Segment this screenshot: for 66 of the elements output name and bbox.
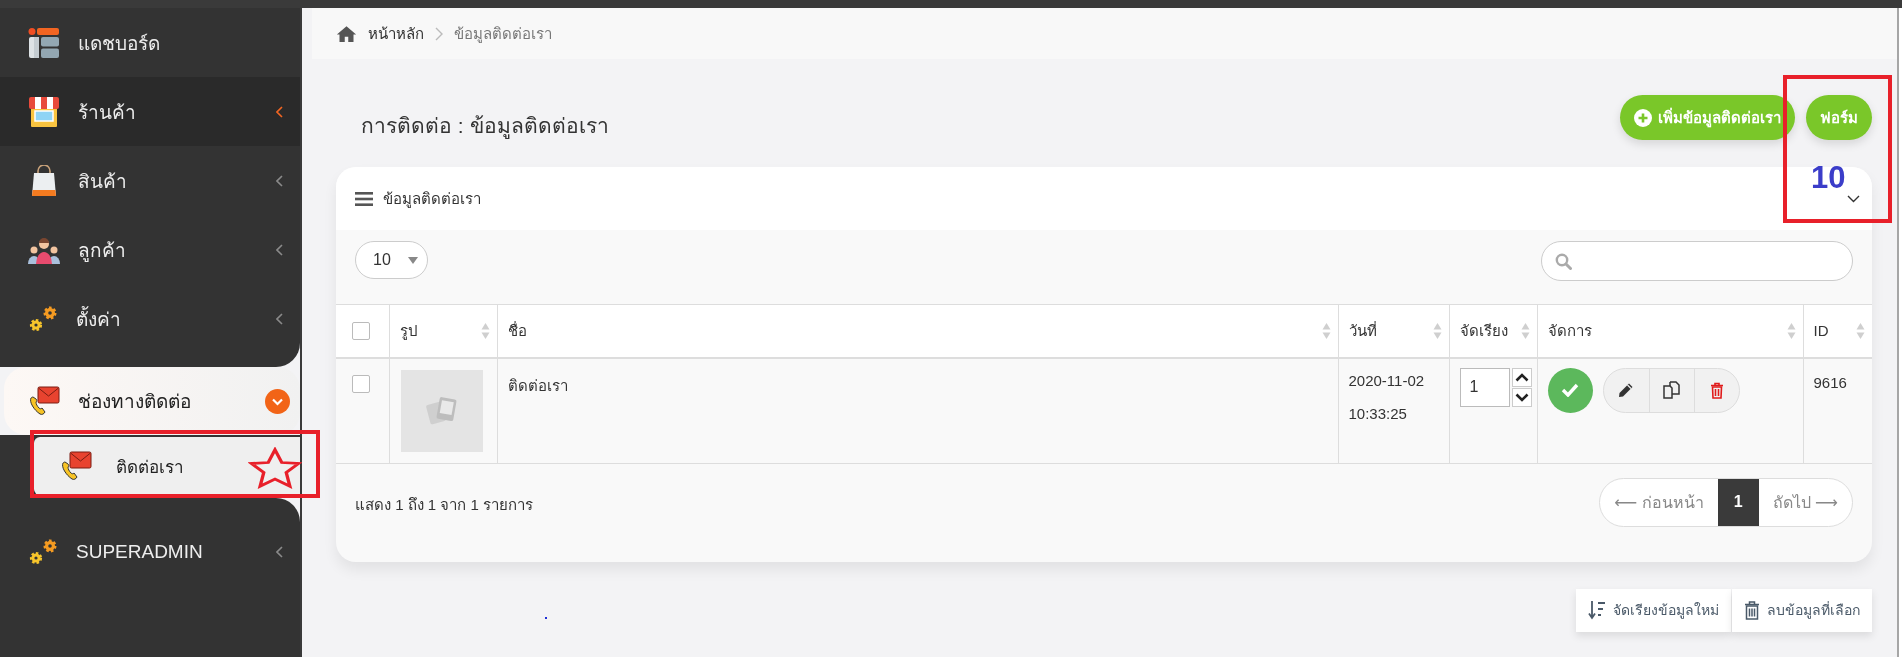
date-text: 2020-11-02 (1348, 370, 1426, 391)
sort-icon (1432, 321, 1442, 340)
store-icon (28, 95, 60, 128)
page-length-select[interactable]: 10 (355, 241, 428, 279)
sidebar-item[interactable]: ตั้งค่า (0, 284, 300, 353)
sidebar-item[interactable]: ลูกค้า (0, 215, 300, 284)
delete-selected-button[interactable]: ลบข้อมูลที่เลือก (1732, 588, 1872, 632)
panel-title: ข้อมูลติดต่อเรา (383, 188, 482, 210)
pencil-icon (1618, 382, 1634, 398)
sidebar-item[interactable]: SUPERADMIN (0, 517, 300, 586)
checkbox[interactable] (352, 374, 370, 393)
copy-icon (1662, 381, 1681, 399)
trash-outline-icon (1744, 600, 1760, 620)
column-header[interactable]: จัดการ (1537, 304, 1803, 358)
chevron-right-icon (435, 26, 443, 41)
sort-icon (1786, 321, 1796, 340)
page-button[interactable]: 1 (1717, 478, 1759, 526)
table-info: แสดง 1 ถึง 1 จาก 1 รายการ (355, 494, 534, 515)
dashboard-icon (28, 26, 60, 59)
annotation-text: 10 (1811, 162, 1846, 193)
gears-icon (28, 304, 58, 333)
caret-down-icon (408, 256, 418, 264)
decrement-button[interactable] (1511, 387, 1532, 407)
envelope-phone-icon (28, 386, 60, 416)
sidebar-item[interactable]: แดชบอร์ด (0, 8, 300, 77)
sort-icon (1520, 321, 1530, 340)
table-cell: ติดต่อเรา (497, 357, 1338, 463)
trash-icon (1709, 381, 1724, 399)
home-icon (336, 24, 357, 43)
previous-button[interactable]: ⟵ ก่อนหน้า (1600, 478, 1718, 526)
column-header[interactable]: วันที่ (1338, 304, 1449, 358)
menu-icon (355, 191, 373, 206)
page-title: การติดต่อ : ข้อมูลติดต่อเรา (361, 113, 610, 141)
column-header[interactable]: ชื่อ (497, 304, 1338, 358)
plus-circle-icon (1634, 108, 1652, 127)
column-header[interactable]: รูป (389, 304, 497, 358)
breadcrumb-link[interactable]: หน้าหลัก (368, 21, 424, 46)
table-cell: 9616 (1803, 357, 1872, 463)
people-icon (28, 235, 60, 264)
sort-icon (480, 321, 490, 340)
star-icon (248, 447, 302, 489)
search-field[interactable] (1541, 241, 1853, 281)
envelope-phone-icon (60, 451, 92, 481)
gears-icon (28, 537, 58, 566)
reorder-button[interactable]: จัดเรียงข้อมูลใหม่ (1576, 588, 1731, 632)
chevron-up-icon (1514, 372, 1529, 382)
checkbox[interactable] (352, 321, 370, 340)
chevron-down-icon (1847, 194, 1860, 203)
chevron-down-icon (1514, 392, 1529, 402)
check-icon (1561, 383, 1579, 397)
search-icon (1555, 252, 1572, 270)
column-header[interactable]: ID (1803, 304, 1872, 358)
time-text: 10:33:25 (1348, 403, 1408, 424)
sidebar-item[interactable]: ช่องทางติดต่อ (4, 367, 300, 435)
increment-button[interactable] (1511, 367, 1532, 387)
sort-icon (1321, 321, 1331, 340)
breadcrumb-current: ข้อมูลติดต่อเรา (454, 23, 552, 45)
next-button[interactable]: ถัดไป ⟶ (1758, 478, 1852, 526)
sidebar-subitem[interactable]: ติดต่อเรา (34, 437, 300, 495)
order-input[interactable]: 1 (1459, 367, 1510, 407)
column-header[interactable]: จัดเรียง (1449, 304, 1537, 358)
sort-icon (1856, 321, 1865, 340)
sidebar-item[interactable]: สินค้า (0, 146, 300, 215)
sidebar-item[interactable]: ร้านค้า (0, 77, 300, 146)
status-toggle[interactable] (1547, 367, 1593, 413)
sort-icon (1588, 600, 1606, 620)
